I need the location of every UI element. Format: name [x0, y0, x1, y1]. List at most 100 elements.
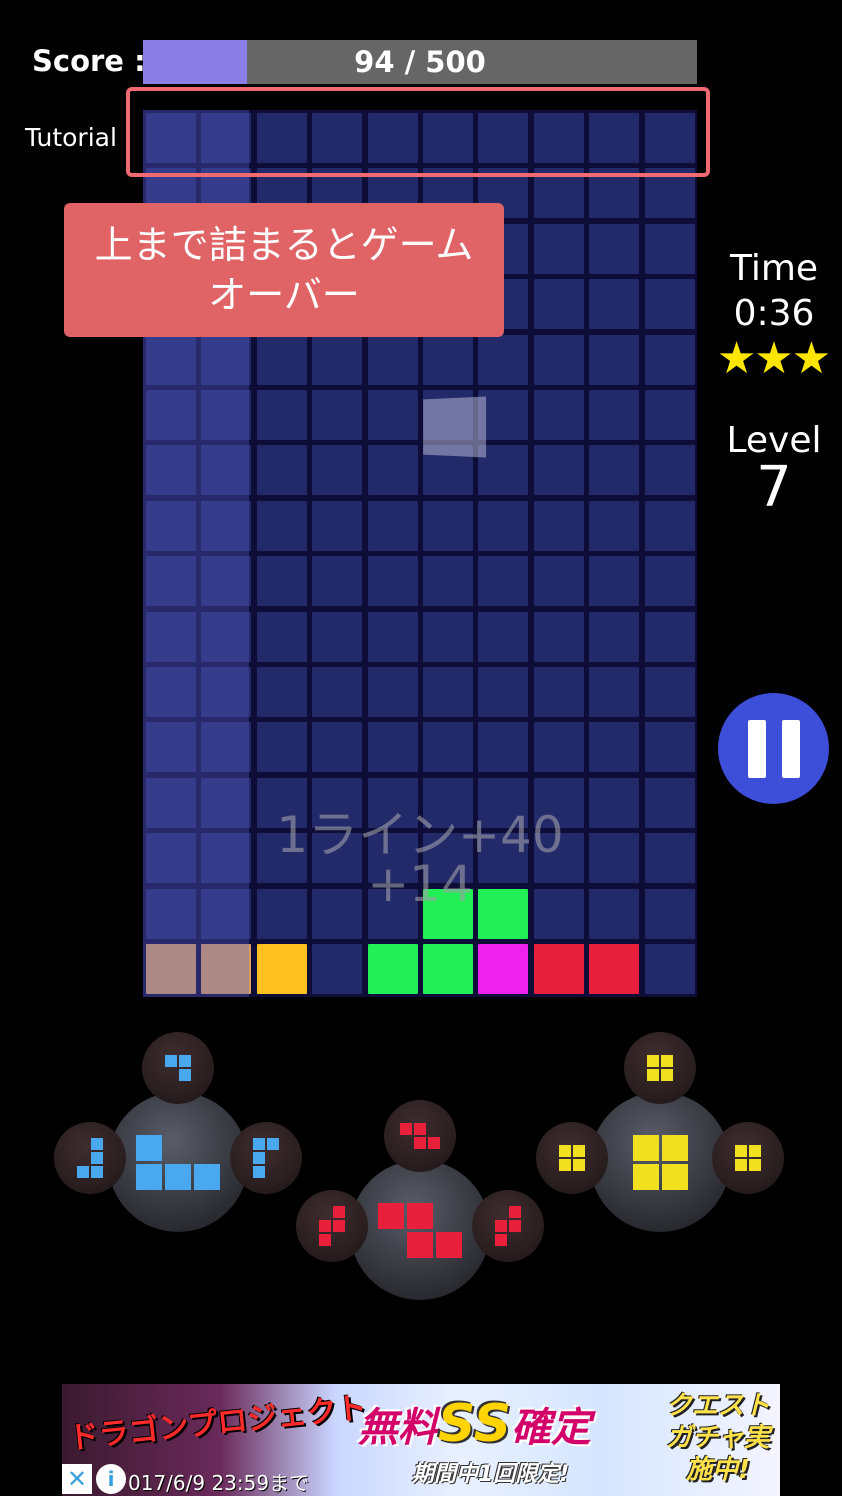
board-cell: [644, 888, 695, 939]
piece-block: [407, 1202, 433, 1229]
piece-block: [333, 1220, 345, 1232]
board-cell: [256, 667, 307, 717]
board-cell: [533, 334, 584, 385]
piece-block: [414, 1137, 426, 1149]
piece-shape: [378, 1202, 462, 1258]
board-cell: [201, 556, 252, 607]
score-progress-bar: 94 / 500: [143, 40, 697, 84]
board-cell: [423, 667, 473, 717]
board-cell: [146, 445, 196, 496]
board-cell: [201, 888, 252, 939]
piece-block: [509, 1220, 521, 1232]
board-cell: [478, 556, 529, 607]
rotation-top-blue-j[interactable]: [142, 1032, 214, 1104]
piece-shape: [632, 1134, 688, 1190]
piece-shape: [559, 1145, 585, 1171]
piece-block: [267, 1138, 279, 1150]
piece-selector-red-z[interactable]: [350, 1160, 490, 1300]
piece-block: [91, 1152, 103, 1164]
board-cell: [589, 722, 640, 773]
board-block: [423, 944, 473, 994]
board-cell: [146, 777, 196, 828]
piece-block: [661, 1134, 688, 1161]
board-cell: [533, 445, 584, 496]
piece-block: [319, 1234, 331, 1246]
ad-right-text: クエストガチャ実施中!: [665, 1391, 770, 1485]
score-label: Score :: [32, 44, 146, 78]
piece-shape: [319, 1206, 345, 1246]
board-cell: [201, 334, 252, 385]
board-cell: [312, 944, 363, 994]
rotation-left-blue-j[interactable]: [54, 1122, 126, 1194]
board-block: [367, 944, 418, 994]
board-cell: [201, 722, 252, 773]
board-cell: [312, 722, 363, 773]
board-cell: [201, 777, 252, 828]
piece-block: [91, 1166, 103, 1178]
board-block: [256, 944, 307, 994]
ad-banner[interactable]: ドラゴンプロジェクト 無料SS確定 期間中1回限定! クエストガチャ実施中! 0…: [62, 1384, 780, 1496]
piece-block: [400, 1123, 412, 1135]
piece-block: [735, 1145, 747, 1157]
piece-shape: [136, 1134, 220, 1190]
ad-logo: ドラゴンプロジェクト: [67, 1390, 369, 1457]
board-cell: [589, 611, 640, 662]
rotation-right-red-z[interactable]: [472, 1190, 544, 1262]
rotation-left-red-z[interactable]: [296, 1190, 368, 1262]
board-cell: [589, 667, 640, 717]
board-cell: [201, 667, 252, 717]
board-cell: [367, 445, 418, 496]
board-cell: [533, 667, 584, 717]
board-cell: [367, 390, 418, 440]
board-cell: [146, 556, 196, 607]
piece-shape: [400, 1123, 440, 1149]
piece-block: [749, 1145, 761, 1157]
piece-selector-blue-j[interactable]: [108, 1092, 248, 1232]
piece-shape: [253, 1138, 279, 1178]
time-label: Time: [729, 248, 819, 289]
board-cell: [478, 667, 529, 717]
board-cell: [367, 667, 418, 717]
board-cell: [478, 334, 529, 385]
piece-block: [749, 1159, 761, 1171]
piece-block: [647, 1069, 659, 1081]
ghost-piece: [423, 396, 487, 458]
piece-block: [77, 1166, 89, 1178]
piece-block: [253, 1166, 265, 1178]
board-cell: [589, 500, 640, 551]
rotation-top-yellow-o[interactable]: [624, 1032, 696, 1104]
piece-block: [735, 1159, 747, 1171]
board-cell: [589, 445, 640, 496]
close-icon[interactable]: ✕: [62, 1464, 92, 1494]
board-cell: [644, 279, 695, 330]
rotation-right-yellow-o[interactable]: [712, 1122, 784, 1194]
ad-subtext: 期間中1回限定!: [412, 1462, 570, 1487]
score-value: 94 / 500: [354, 45, 486, 79]
board-cell: [201, 833, 252, 884]
rotation-top-red-z[interactable]: [384, 1100, 456, 1172]
piece-block: [495, 1220, 507, 1232]
board-cell: [146, 888, 196, 939]
piece-block: [165, 1163, 191, 1190]
tutorial-label: Tutorial: [25, 123, 117, 152]
time-value: 0:36: [733, 293, 815, 334]
pause-button[interactable]: [718, 693, 829, 804]
piece-block: [91, 1138, 103, 1150]
piece-block: [428, 1137, 440, 1149]
tutorial-message-box: 上まで詰まるとゲームオーバー: [64, 203, 504, 337]
piece-block: [647, 1055, 659, 1067]
board-cell: [201, 390, 252, 440]
ad-headline: 無料SS確定: [358, 1394, 591, 1454]
board-cell: [423, 334, 473, 385]
piece-selector-yellow-o[interactable]: [590, 1092, 730, 1232]
board-cell: [644, 722, 695, 773]
piece-block: [165, 1055, 177, 1067]
piece-block: [179, 1069, 191, 1081]
rotation-right-blue-j[interactable]: [230, 1122, 302, 1194]
board-cell: [533, 556, 584, 607]
board-cell: [312, 334, 363, 385]
piece-shape: [165, 1055, 191, 1081]
rotation-left-yellow-o[interactable]: [536, 1122, 608, 1194]
piece-block: [407, 1231, 433, 1258]
info-icon[interactable]: i: [96, 1464, 126, 1494]
